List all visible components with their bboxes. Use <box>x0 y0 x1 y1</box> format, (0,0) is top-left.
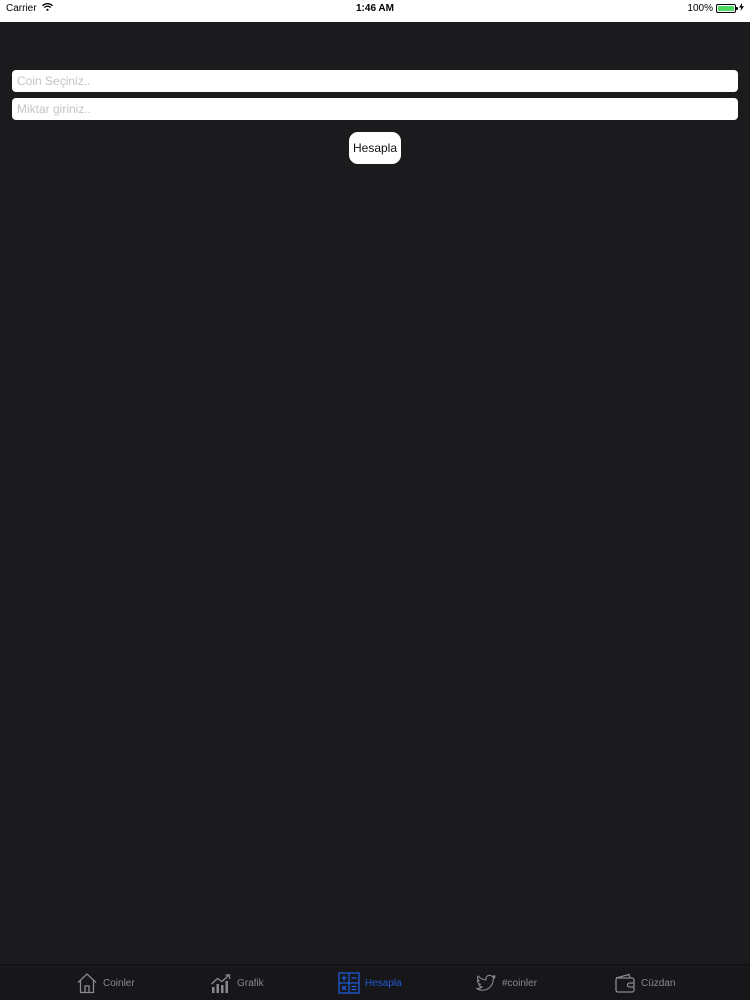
battery-percent: 100% <box>687 3 713 14</box>
tab-coinler-hashtag[interactable]: #coinler <box>475 972 537 994</box>
coin-select-field[interactable] <box>12 70 738 92</box>
battery-fill <box>718 6 734 11</box>
tab-hesapla[interactable]: Hesapla <box>338 972 402 994</box>
tab-label: Hesapla <box>365 977 402 989</box>
charging-icon <box>739 3 744 14</box>
status-bar: Carrier 1:46 AM 100% <box>0 0 750 22</box>
battery-icon <box>716 4 738 13</box>
tab-bar: Coinler Grafik Hesapla #coinler Cüzdan <box>0 964 750 1000</box>
tab-label: Coinler <box>103 977 135 989</box>
tab-label: Cüzdan <box>641 977 676 989</box>
tab-label: Grafik <box>237 977 264 989</box>
tab-coinler[interactable]: Coinler <box>76 972 135 994</box>
wallet-icon <box>614 972 636 994</box>
status-right: 100% <box>687 3 744 14</box>
status-time: 1:46 AM <box>356 3 394 14</box>
amount-field[interactable] <box>12 98 738 120</box>
calculator-icon <box>338 972 360 994</box>
tab-label: #coinler <box>502 977 538 989</box>
home-icon <box>76 972 98 994</box>
tab-cuzdan[interactable]: Cüzdan <box>614 972 675 994</box>
chart-icon <box>210 972 232 994</box>
twitter-icon <box>475 972 497 994</box>
calculate-button[interactable]: Hesapla <box>349 132 401 164</box>
tab-grafik[interactable]: Grafik <box>210 972 264 994</box>
